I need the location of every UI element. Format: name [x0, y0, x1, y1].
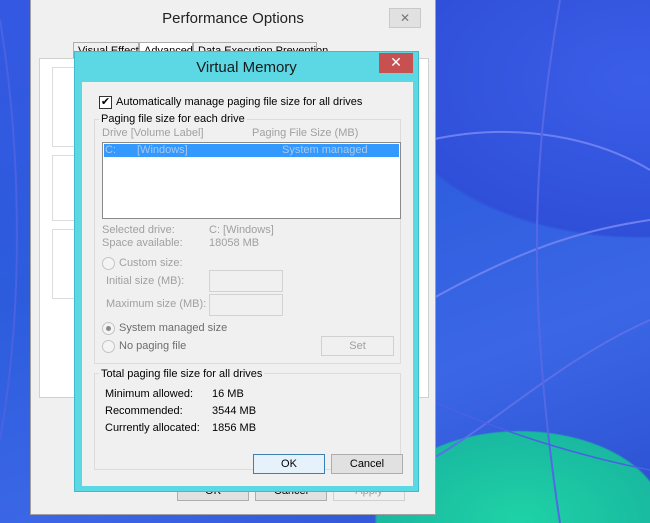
perf-dialog-title: Performance Options — [162, 10, 304, 27]
close-icon: ✕ — [399, 11, 411, 25]
drive-paging-size: System managed — [282, 144, 368, 156]
recommended-label: Recommended: — [105, 405, 183, 417]
total-group-title: Total paging file size for all drives — [99, 368, 265, 380]
maximum-size-input[interactable] — [209, 294, 283, 316]
system-managed-label[interactable]: System managed size — [119, 322, 227, 334]
perf-close-button[interactable]: ✕ — [389, 8, 421, 28]
system-managed-radio[interactable] — [102, 322, 115, 335]
initial-size-input[interactable] — [209, 270, 283, 292]
vm-titlebar[interactable]: Virtual Memory ✕ — [75, 52, 418, 82]
currently-allocated-label: Currently allocated: — [105, 422, 200, 434]
column-header-drive: Drive [Volume Label] — [102, 127, 204, 139]
drive-list-row[interactable]: C: [Windows] System managed — [104, 144, 399, 157]
virtual-memory-dialog: Virtual Memory ✕ ✔ Automatically manage … — [74, 51, 419, 492]
initial-size-label: Initial size (MB): — [106, 275, 185, 287]
selected-drive-label: Selected drive: — [102, 224, 175, 236]
currently-allocated-value: 1856 MB — [212, 422, 257, 434]
maximum-size-label: Maximum size (MB): — [106, 298, 207, 310]
space-available-label: Space available: — [102, 237, 183, 249]
checkmark-icon: ✔ — [100, 96, 111, 108]
close-icon: ✕ — [390, 54, 402, 70]
minimum-allowed-value: 16 MB — [212, 388, 244, 400]
drive-letter: C: — [105, 144, 116, 156]
selected-drive-value: C: [Windows] — [209, 224, 274, 236]
no-paging-file-radio[interactable] — [102, 340, 115, 353]
vm-ok-button[interactable]: OK — [253, 454, 325, 474]
recommended-value: 3544 MB — [212, 405, 257, 417]
space-available-value: 18058 MB — [209, 237, 260, 249]
vm-dialog-title: Virtual Memory — [196, 59, 297, 76]
auto-manage-label[interactable]: Automatically manage paging file size fo… — [116, 96, 362, 108]
drive-listbox[interactable]: C: [Windows] System managed — [102, 142, 401, 219]
set-button[interactable]: Set — [321, 336, 394, 356]
vm-cancel-button[interactable]: Cancel — [331, 454, 403, 474]
minimum-allowed-label: Minimum allowed: — [105, 388, 194, 400]
custom-size-label[interactable]: Custom size: — [119, 257, 183, 269]
vm-client-area: ✔ Automatically manage paging file size … — [82, 82, 413, 486]
paging-group-title: Paging file size for each drive — [99, 113, 247, 125]
auto-manage-checkbox[interactable]: ✔ — [99, 96, 112, 109]
column-header-size: Paging File Size (MB) — [252, 127, 359, 139]
drive-volume-label: [Windows] — [137, 144, 188, 156]
vm-close-button[interactable]: ✕ — [379, 53, 413, 73]
custom-size-radio[interactable] — [102, 257, 115, 270]
no-paging-file-label[interactable]: No paging file — [119, 340, 186, 352]
